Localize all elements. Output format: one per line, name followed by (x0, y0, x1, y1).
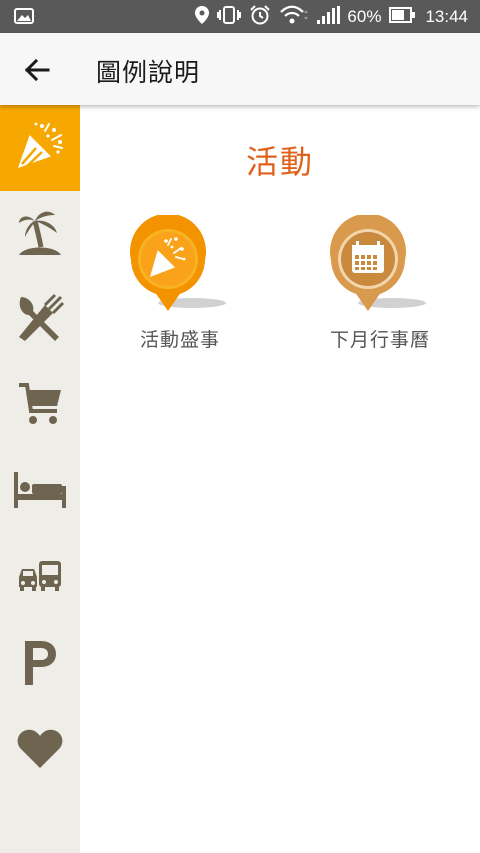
fork-spoon-icon (15, 293, 65, 347)
image-icon (14, 8, 34, 28)
alarm-icon (249, 4, 271, 29)
clock: 13:44 (425, 6, 468, 26)
car-bus-icon (17, 561, 63, 595)
location-icon (195, 5, 210, 28)
palm-tree-island-icon (17, 207, 63, 261)
legend-label: 活動盛事 (139, 329, 220, 351)
sidebar-item-shopping[interactable] (0, 363, 80, 449)
heart-icon (17, 728, 63, 772)
back-arrow-icon[interactable] (22, 55, 52, 85)
wifi-icon (279, 5, 309, 29)
sidebar-item-favorites[interactable] (0, 707, 80, 793)
sidebar-item-parking[interactable] (0, 621, 80, 707)
legend-item-activity-events: 活動盛事 (100, 213, 260, 352)
sidebar-item-lodging[interactable] (0, 449, 80, 535)
legend-item-next-month-calendar: 下月行事曆 (300, 213, 460, 352)
signal-icon (317, 5, 341, 28)
bed-icon (14, 472, 66, 512)
party-popper-pin-icon (130, 213, 230, 315)
calendar-pin-icon (330, 213, 430, 315)
shopping-cart-icon (17, 381, 63, 431)
sidebar-item-transport[interactable] (0, 535, 80, 621)
sidebar-item-activities[interactable] (0, 105, 80, 191)
legend-panel: 活動 活動盛事 下月行事曆 (80, 105, 480, 853)
status-bar: 60% 13:44 (0, 0, 480, 33)
page-title: 圖例說明 (96, 58, 201, 87)
legend-label: 下月行事曆 (329, 329, 430, 351)
section-title: 活動 (245, 143, 314, 181)
vibrate-icon (217, 5, 242, 28)
category-sidebar (0, 105, 80, 853)
app-bar: 圖例說明 (0, 33, 480, 105)
battery-percent: 60% (347, 6, 382, 26)
parking-icon (22, 639, 58, 689)
sidebar-item-dining[interactable] (0, 277, 80, 363)
sidebar-item-sightseeing[interactable] (0, 191, 80, 277)
battery-icon (389, 6, 416, 27)
party-popper-icon (14, 120, 66, 176)
